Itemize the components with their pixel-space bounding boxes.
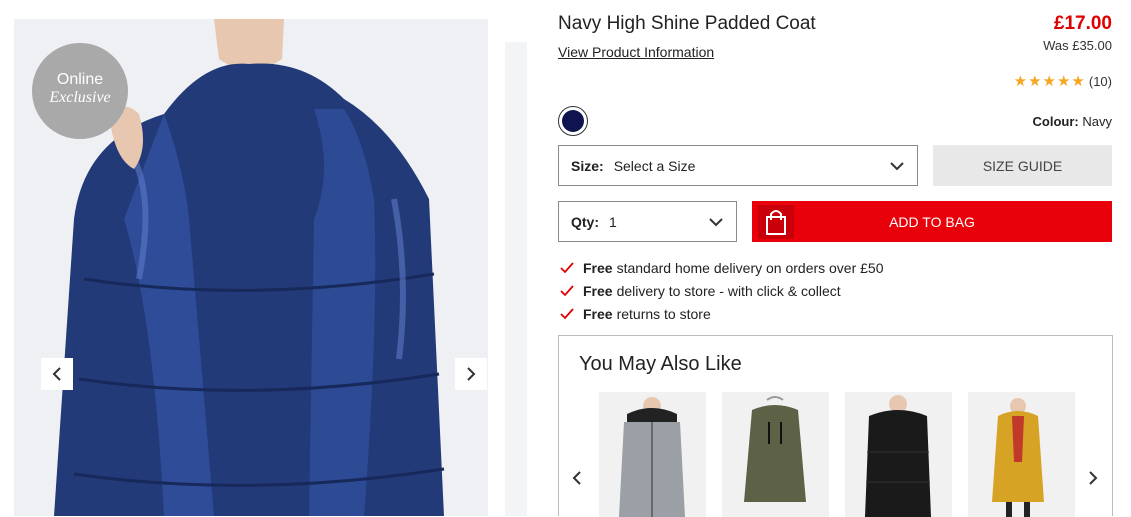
recommendation-tile-grey-coat[interactable] [599,392,706,517]
chevron-down-icon [890,161,904,170]
product-image-gallery: Online Exclusive [14,19,488,516]
size-select[interactable]: Size: Select a Size [558,145,918,186]
product-thumbnail [599,392,706,517]
perk-item: Free delivery to store - with click & co… [558,279,884,302]
product-thumbnail [722,392,829,517]
colour-value: Navy [1082,114,1112,129]
perk-item: Free returns to store [558,302,884,325]
next-image-peek[interactable] [505,42,527,516]
chevron-left-icon [52,367,61,381]
checkmark-icon [560,284,574,296]
add-to-bag-button[interactable]: ADD TO BAG [752,201,1112,242]
recommendations-title: You May Also Like [579,353,742,375]
recommendation-tile-khaki-coat[interactable] [722,392,829,517]
rating-count: (10) [1088,73,1112,89]
product-thumbnail [968,392,1075,517]
badge-line-2: Exclusive [49,89,111,106]
perk-bold: Free [583,282,613,299]
star-rating-icon: ★★★★★ [1013,73,1086,90]
chevron-right-icon [467,367,476,381]
delivery-perks-list: Free standard home delivery on orders ov… [558,256,884,325]
chevron-down-icon [709,217,723,226]
colour-indicator: Colour: Navy [1033,114,1112,129]
size-label: Size: [571,157,604,174]
size-value: Select a Size [613,157,696,174]
perk-text: standard home delivery on orders over £5… [616,259,884,276]
perk-text: delivery to store - with click & collect [616,282,841,299]
recommendations-prev-button[interactable] [571,470,583,491]
you-may-also-like-panel: You May Also Like [558,335,1113,517]
add-to-bag-label: ADD TO BAG [889,213,975,230]
quantity-value: 1 [609,213,617,230]
recommendation-tile-black-coat[interactable] [845,392,952,517]
shopping-bag-icon [758,205,794,239]
coat-shape [744,405,806,502]
product-rating[interactable]: ★★★★★ (10) [1014,72,1112,90]
swatch-dot [562,110,584,132]
perk-item: Free standard home delivery on orders ov… [558,256,884,279]
was-price: Was £35.00 [1043,38,1112,53]
view-product-information-link[interactable]: View Product Information [558,44,714,60]
coat-shape [865,410,931,517]
online-exclusive-badge: Online Exclusive [32,43,128,139]
checkmark-icon [560,307,574,319]
quantity-select[interactable]: Qty: 1 [558,201,737,242]
perk-text: returns to store [616,305,711,322]
colour-label: Colour: [1032,114,1079,129]
checkmark-icon [560,261,574,273]
perk-bold: Free [583,259,613,276]
gallery-prev-button[interactable] [41,358,73,390]
badge-line-1: Online [56,71,104,88]
perk-bold: Free [583,305,613,322]
colour-swatch-navy[interactable] [558,106,588,136]
product-thumbnail [845,392,952,517]
chevron-left-icon [572,471,581,485]
gallery-next-button[interactable] [455,358,487,390]
product-title: Navy High Shine Padded Coat [558,13,816,34]
size-guide-button[interactable]: SIZE GUIDE [933,145,1112,186]
recommendations-next-button[interactable] [1087,470,1099,491]
current-price: £17.00 [1053,13,1112,34]
recommendation-tile-mustard-coat[interactable] [968,392,1075,517]
quantity-label: Qty: [571,213,599,230]
chevron-right-icon [1089,471,1098,485]
